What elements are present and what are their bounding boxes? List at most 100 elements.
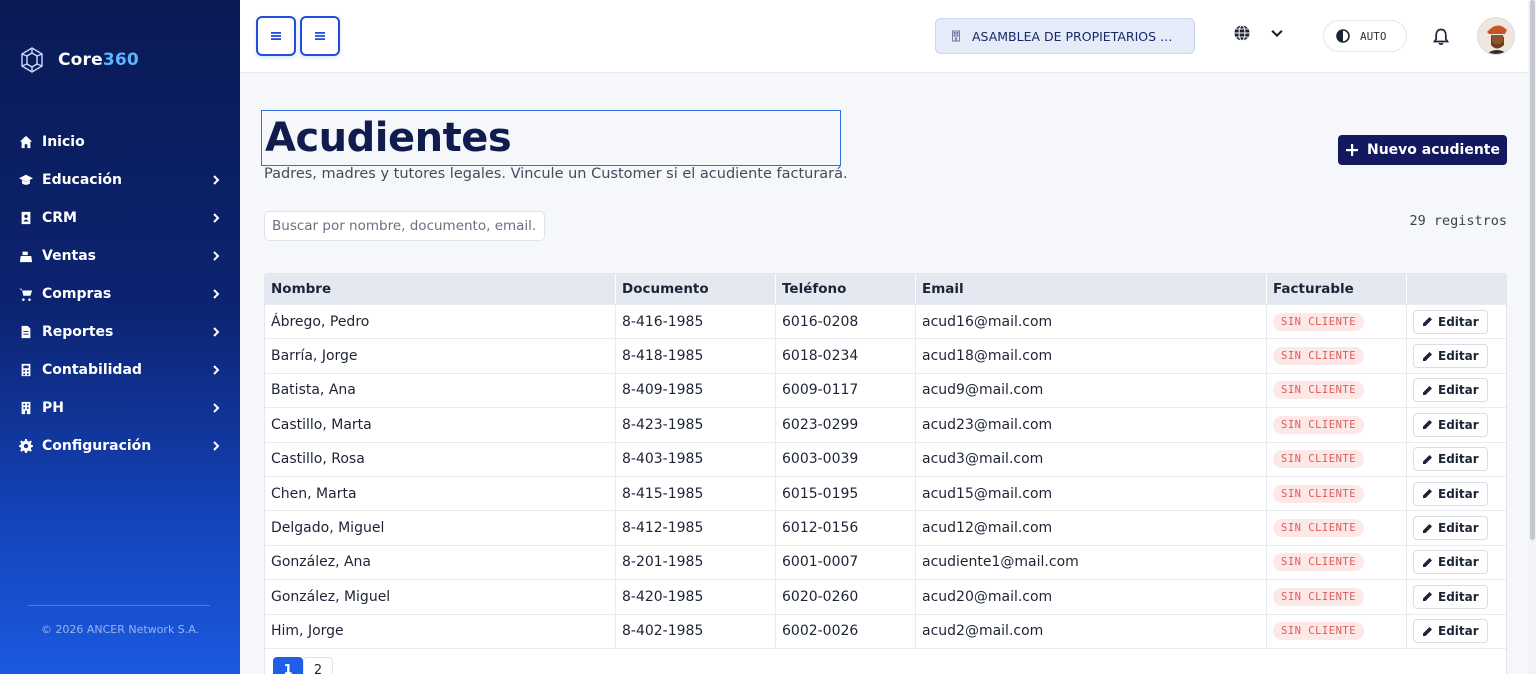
pencil-icon bbox=[1423, 592, 1432, 602]
sidebar-item-inicio[interactable]: Inicio bbox=[0, 123, 240, 161]
new-guardian-button[interactable]: Nuevo acudiente bbox=[1338, 135, 1507, 165]
theme-label: AUTO bbox=[1360, 29, 1387, 43]
status-badge: SIN CLIENTE bbox=[1273, 450, 1365, 469]
brand-name: Core360 bbox=[58, 50, 139, 70]
sidebar-item-reportes[interactable]: Reportes bbox=[0, 313, 240, 351]
page-subtitle: Padres, madres y tutores legales. Vincul… bbox=[264, 166, 848, 182]
table-row: Delgado, Miguel 8-412-1985 6012-0156 acud12… bbox=[265, 510, 1506, 545]
edit-label: Editar bbox=[1438, 486, 1479, 501]
avatar[interactable] bbox=[1477, 17, 1515, 55]
column-header-nombre[interactable]: Nombre bbox=[265, 274, 616, 304]
cell-actions: Editar bbox=[1407, 408, 1506, 441]
cell-facturable: SIN CLIENTE bbox=[1267, 442, 1407, 476]
cell-nombre: Castillo, Rosa bbox=[265, 442, 616, 476]
toggle-menu-button[interactable] bbox=[300, 16, 340, 56]
cell-documento: 8-412-1985 bbox=[616, 511, 776, 545]
edit-button[interactable]: Editar bbox=[1413, 309, 1488, 334]
pencil-icon bbox=[1423, 626, 1432, 636]
status-badge: SIN CLIENTE bbox=[1273, 312, 1365, 331]
column-header-facturable[interactable]: Facturable bbox=[1267, 274, 1407, 304]
chevron-right-icon bbox=[210, 326, 222, 338]
page-scrollbar-thumb[interactable] bbox=[1530, 0, 1535, 540]
sidebar-item-configuracion[interactable]: Configuración bbox=[0, 427, 240, 465]
table-row: Castillo, Marta 8-423-1985 6023-0299 acud23… bbox=[265, 407, 1506, 442]
chevron-right-icon bbox=[210, 174, 222, 186]
cell-nombre: González, Miguel bbox=[265, 580, 616, 614]
sidebar-item-label: Educación bbox=[42, 172, 122, 188]
sidebar-item-label: Compras bbox=[42, 286, 112, 302]
organization-selector[interactable]: ASAMBLEA DE PROPIETARIOS DE PH ... bbox=[935, 18, 1195, 54]
plus-icon bbox=[1346, 144, 1358, 156]
record-count: 29 registros bbox=[1409, 213, 1507, 229]
sidebar-item-contabilidad[interactable]: Contabilidad bbox=[0, 351, 240, 389]
table-row: Chen, Marta 8-415-1985 6015-0195 acud15@mai… bbox=[265, 475, 1506, 511]
calculator-icon bbox=[18, 362, 34, 378]
sidebar-item-crm[interactable]: CRM bbox=[0, 199, 240, 237]
edit-label: Editar bbox=[1438, 589, 1479, 604]
search-input[interactable] bbox=[264, 211, 545, 241]
column-header-email[interactable]: Email bbox=[916, 274, 1267, 304]
page-button[interactable]: 2 bbox=[303, 656, 333, 674]
sidebar-divider bbox=[28, 605, 210, 606]
cell-documento: 8-409-1985 bbox=[616, 373, 776, 408]
edit-button[interactable]: Editar bbox=[1413, 481, 1488, 506]
guardians-table: Nombre Documento Teléfono Email Facturab… bbox=[264, 273, 1507, 674]
edit-button[interactable]: Editar bbox=[1413, 619, 1488, 644]
column-header-documento[interactable]: Documento bbox=[616, 274, 776, 304]
edit-button[interactable]: Editar bbox=[1413, 550, 1488, 575]
cell-nombre: Him, Jorge bbox=[265, 614, 616, 648]
toggle-sidebar-button[interactable] bbox=[256, 16, 296, 56]
edit-button[interactable]: Editar bbox=[1413, 344, 1488, 369]
building-icon bbox=[952, 30, 960, 42]
topbar: ASAMBLEA DE PROPIETARIOS DE PH ... AUTO bbox=[240, 0, 1536, 73]
cell-nombre: Delgado, Miguel bbox=[265, 511, 616, 545]
edit-label: Editar bbox=[1438, 624, 1479, 639]
cell-email: acud20@mail.com bbox=[916, 580, 1267, 614]
edit-button[interactable]: Editar bbox=[1413, 516, 1488, 541]
edit-button[interactable]: Editar bbox=[1413, 584, 1488, 609]
pencil-icon bbox=[1423, 317, 1432, 327]
globe-icon bbox=[1234, 25, 1250, 41]
contrast-icon bbox=[1336, 29, 1350, 43]
table-row: Batista, Ana 8-409-1985 6009-0117 acud9@mai… bbox=[265, 372, 1506, 408]
cell-actions: Editar bbox=[1407, 546, 1506, 579]
user-avatar-icon bbox=[1478, 18, 1514, 54]
cell-actions: Editar bbox=[1407, 374, 1506, 407]
cell-facturable: SIN CLIENTE bbox=[1267, 580, 1407, 614]
bell-icon[interactable] bbox=[1431, 27, 1451, 47]
column-header-telefono[interactable]: Teléfono bbox=[776, 274, 916, 304]
status-badge: SIN CLIENTE bbox=[1273, 415, 1365, 434]
edit-label: Editar bbox=[1438, 417, 1479, 432]
page-title: Acudientes bbox=[265, 115, 512, 161]
cell-email: acud23@mail.com bbox=[916, 408, 1267, 442]
sidebar-item-compras[interactable]: Compras bbox=[0, 275, 240, 313]
cell-telefono: 6001-0007 bbox=[776, 545, 916, 580]
pencil-icon bbox=[1423, 385, 1432, 395]
cell-documento: 8-423-1985 bbox=[616, 408, 776, 442]
cell-nombre: Chen, Marta bbox=[265, 476, 616, 511]
edit-button[interactable]: Editar bbox=[1413, 378, 1488, 403]
status-badge: SIN CLIENTE bbox=[1273, 381, 1365, 400]
language-selector[interactable] bbox=[1233, 24, 1285, 42]
page-button[interactable]: 1 bbox=[273, 656, 303, 674]
theme-toggle[interactable]: AUTO bbox=[1323, 20, 1407, 52]
menu-icon bbox=[271, 32, 281, 40]
sidebar-item-ph[interactable]: PH bbox=[0, 389, 240, 427]
cell-facturable: SIN CLIENTE bbox=[1267, 511, 1407, 545]
edit-label: Editar bbox=[1438, 314, 1479, 329]
file-report-icon bbox=[18, 324, 34, 340]
column-header-actions bbox=[1407, 274, 1506, 304]
pencil-icon bbox=[1423, 523, 1432, 533]
contact-card-icon bbox=[18, 210, 34, 226]
edit-button[interactable]: Editar bbox=[1413, 412, 1488, 437]
edit-label: Editar bbox=[1438, 383, 1479, 398]
sidebar-item-ventas[interactable]: Ventas bbox=[0, 237, 240, 275]
cell-telefono: 6012-0156 bbox=[776, 511, 916, 545]
pencil-icon bbox=[1423, 489, 1432, 499]
edit-label: Editar bbox=[1438, 349, 1479, 364]
edit-button[interactable]: Editar bbox=[1413, 447, 1488, 472]
chevron-down-icon bbox=[1271, 30, 1283, 38]
brand-logo[interactable]: Core360 bbox=[18, 46, 139, 74]
sidebar-item-educacion[interactable]: Educación bbox=[0, 161, 240, 199]
cell-documento: 8-415-1985 bbox=[616, 476, 776, 511]
